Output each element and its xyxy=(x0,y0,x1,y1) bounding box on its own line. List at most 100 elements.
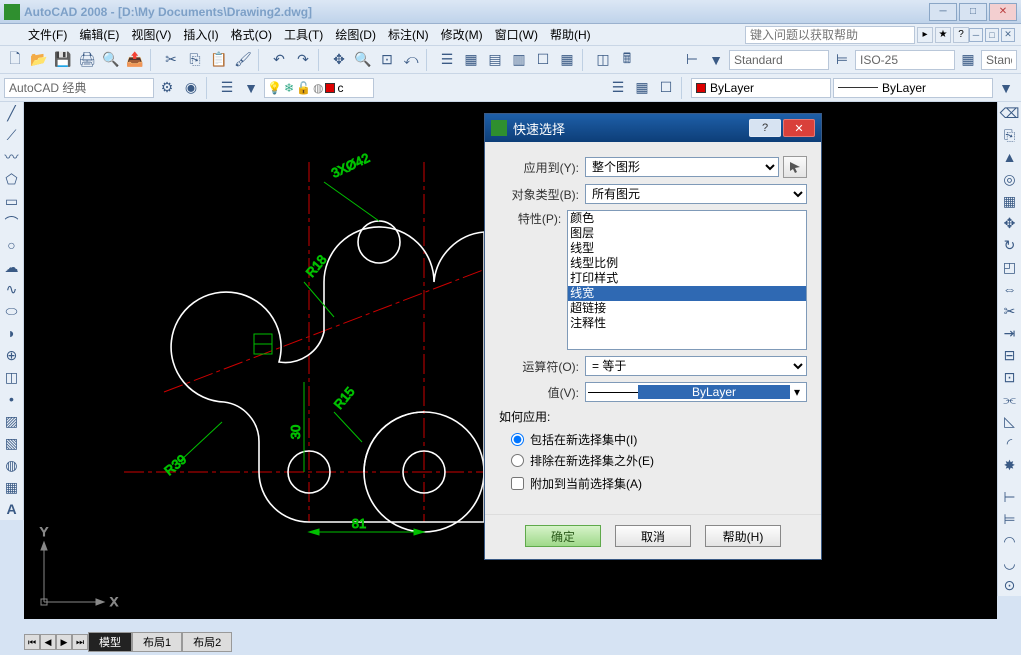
dialog-titlebar[interactable]: 快速选择 ? ✕ xyxy=(485,114,821,142)
append-checkbox[interactable]: 附加到当前选择集(A) xyxy=(511,475,807,492)
help-search-input[interactable] xyxy=(745,26,915,44)
block-icon[interactable]: ◫ xyxy=(592,49,614,71)
dim-linear-icon[interactable]: ⊢ xyxy=(681,49,703,71)
menu-insert[interactable]: 插入(I) xyxy=(177,24,224,45)
make-block-icon[interactable]: ◫ xyxy=(0,366,23,388)
tab-layout1[interactable]: 布局1 xyxy=(132,632,182,652)
dialog-close-button[interactable]: ✕ xyxy=(783,119,815,137)
point-icon[interactable]: • xyxy=(0,388,23,410)
print-icon[interactable]: 🖨 xyxy=(76,49,98,71)
move-icon[interactable]: ✥ xyxy=(998,212,1021,234)
menu-file[interactable]: 文件(F) xyxy=(22,24,73,45)
ellipse-icon[interactable]: ⬭ xyxy=(0,300,23,322)
extend-icon[interactable]: ⇥ xyxy=(998,322,1021,344)
list-item[interactable]: 打印样式 xyxy=(568,271,806,286)
table-style-icon[interactable]: ▦ xyxy=(957,49,979,71)
search-go-icon[interactable]: ▸ xyxy=(917,27,933,43)
inner-min-button[interactable]: ─ xyxy=(969,28,983,42)
tab-next-icon[interactable]: ▶ xyxy=(56,634,72,650)
properties-icon[interactable]: ☰ xyxy=(436,49,458,71)
tab-layout2[interactable]: 布局2 xyxy=(182,632,232,652)
exclude-radio[interactable]: 排除在新选择集之外(E) xyxy=(511,452,807,469)
list-item[interactable]: 线宽 xyxy=(568,286,806,301)
text-style-combo[interactable] xyxy=(729,50,829,70)
table-icon[interactable]: ▦ xyxy=(0,476,23,498)
maximize-button[interactable]: □ xyxy=(959,3,987,21)
gradient-icon[interactable]: ▧ xyxy=(0,432,23,454)
trim-icon[interactable]: ✂ xyxy=(998,300,1021,322)
scale-icon[interactable]: ◰ xyxy=(998,256,1021,278)
join-icon[interactable]: ⫘ xyxy=(998,388,1021,410)
copy-icon[interactable]: ⎘ xyxy=(184,49,206,71)
dim-tool1-icon[interactable]: ⊢ xyxy=(998,486,1021,508)
tab-last-icon[interactable]: ⏭ xyxy=(72,634,88,650)
apply-to-combo[interactable]: 整个图形 xyxy=(585,157,779,177)
explode-icon[interactable]: ✸ xyxy=(998,454,1021,476)
circle-icon[interactable]: ○ xyxy=(0,234,23,256)
polygon-icon[interactable]: ⬠ xyxy=(0,168,23,190)
layer-iso-icon[interactable]: ☐ xyxy=(655,77,677,99)
layer-props-icon[interactable]: ☰ xyxy=(216,77,238,99)
dim-tool3-icon[interactable]: ◠ xyxy=(998,530,1021,552)
list-item[interactable]: 超链接 xyxy=(568,301,806,316)
cancel-button[interactable]: 取消 xyxy=(615,525,691,547)
dim-tool5-icon[interactable]: ⊙ xyxy=(998,574,1021,596)
open-icon[interactable]: 📂 xyxy=(28,49,50,71)
dim-style-icon[interactable]: ▼ xyxy=(705,49,727,71)
help-icon[interactable]: ? xyxy=(953,27,969,43)
value-combo[interactable]: ByLayer ▾ xyxy=(585,382,807,402)
pan-icon[interactable]: ✥ xyxy=(328,49,350,71)
undo-icon[interactable]: ↶ xyxy=(268,49,290,71)
qcalc-icon[interactable]: ▦ xyxy=(556,49,578,71)
chamfer-icon[interactable]: ◺ xyxy=(998,410,1021,432)
tab-prev-icon[interactable]: ◀ xyxy=(40,634,56,650)
stretch-icon[interactable]: ⇔ xyxy=(998,278,1021,300)
layer-filter-icon[interactable]: ▼ xyxy=(240,77,262,99)
arc-icon[interactable]: ⌒ xyxy=(0,212,23,234)
tool-palette-icon[interactable]: ▤ xyxy=(484,49,506,71)
paste-icon[interactable]: 📋 xyxy=(208,49,230,71)
pline-icon[interactable]: 〰 xyxy=(0,146,23,168)
properties-listbox[interactable]: 颜色图层线型线型比例打印样式线宽超链接注释性 xyxy=(567,210,807,350)
dim-tool2-icon[interactable]: ⊨ xyxy=(998,508,1021,530)
table-style-combo[interactable] xyxy=(981,50,1017,70)
insert-icon[interactable]: ⊕ xyxy=(0,344,23,366)
match-icon[interactable]: 🖌 xyxy=(232,49,254,71)
layer-prev-icon[interactable]: ☰ xyxy=(607,77,629,99)
lineweight-icon[interactable]: ▼ xyxy=(995,77,1017,99)
mirror-icon[interactable]: ▲ xyxy=(998,146,1021,168)
copy-obj-icon[interactable]: ⎘ xyxy=(998,124,1021,146)
star-icon[interactable]: ★ xyxy=(935,27,951,43)
zoom-rt-icon[interactable]: 🔍 xyxy=(352,49,374,71)
list-item[interactable]: 注释性 xyxy=(568,316,806,331)
cut-icon[interactable]: ✂ xyxy=(160,49,182,71)
erase-icon[interactable]: ⌫ xyxy=(998,102,1021,124)
rotate-icon[interactable]: ↻ xyxy=(998,234,1021,256)
operator-combo[interactable]: = 等于 xyxy=(585,356,807,376)
array-icon[interactable]: ▦ xyxy=(998,190,1021,212)
include-radio[interactable]: 包括在新选择集中(I) xyxy=(511,431,807,448)
help-button[interactable]: 帮助(H) xyxy=(705,525,781,547)
spline-icon[interactable]: ∿ xyxy=(0,278,23,300)
menu-view[interactable]: 视图(V) xyxy=(125,24,177,45)
inner-max-button[interactable]: □ xyxy=(985,28,999,42)
zoom-prev-icon[interactable]: ⤺ xyxy=(400,49,422,71)
fillet-icon[interactable]: ◜ xyxy=(998,432,1021,454)
select-objects-button[interactable] xyxy=(783,156,807,178)
rect-icon[interactable]: ▭ xyxy=(0,190,23,212)
hatch-icon[interactable]: ▨ xyxy=(0,410,23,432)
ellipse-arc-icon[interactable]: ◗ xyxy=(0,322,23,344)
close-button[interactable]: ✕ xyxy=(989,3,1017,21)
color-combo[interactable]: ByLayer xyxy=(691,78,831,98)
list-item[interactable]: 颜色 xyxy=(568,211,806,226)
menu-modify[interactable]: 修改(M) xyxy=(435,24,489,45)
minimize-button[interactable]: ─ xyxy=(929,3,957,21)
list-item[interactable]: 线型 xyxy=(568,241,806,256)
dim-icon2[interactable]: ⊨ xyxy=(831,49,853,71)
redo-icon[interactable]: ↷ xyxy=(292,49,314,71)
preview-icon[interactable]: 🔍 xyxy=(100,49,122,71)
zoom-win-icon[interactable]: ⊡ xyxy=(376,49,398,71)
layer-states-icon[interactable]: ▦ xyxy=(631,77,653,99)
inner-close-button[interactable]: ✕ xyxy=(1001,28,1015,42)
menu-edit[interactable]: 编辑(E) xyxy=(73,24,125,45)
